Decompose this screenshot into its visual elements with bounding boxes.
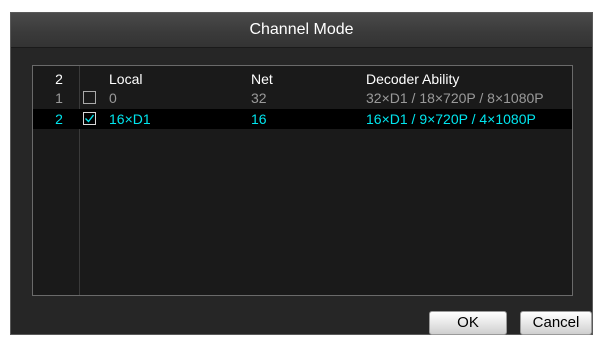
table-row[interactable]: 1 0 32 32×D1 / 18×720P / 8×1080P	[33, 89, 572, 107]
dialog-title: Channel Mode	[11, 13, 592, 48]
row-checkbox[interactable]	[83, 112, 96, 125]
cancel-button[interactable]: Cancel	[520, 311, 592, 335]
table-row[interactable]: 2 16×D1 16 16×D1 / 9×720P / 4×1080P	[33, 109, 572, 129]
row-decoder-ability: 32×D1 / 18×720P / 8×1080P	[366, 90, 544, 106]
header-index: 2	[55, 71, 63, 87]
row-index: 2	[55, 111, 63, 127]
row-checkbox[interactable]	[83, 91, 96, 104]
checkmark-icon	[85, 114, 94, 123]
channel-mode-table: 2 Local Net Decoder Ability 1 0 32 32×D1…	[32, 65, 573, 296]
row-local: 0	[109, 90, 117, 106]
row-net: 16	[251, 111, 267, 127]
table-header: 2 Local Net Decoder Ability	[33, 70, 572, 88]
row-net: 32	[251, 90, 267, 106]
row-index: 1	[55, 90, 63, 106]
header-local: Local	[109, 71, 143, 87]
ok-button[interactable]: OK	[429, 311, 507, 335]
header-net: Net	[251, 71, 273, 87]
header-decoder-ability: Decoder Ability	[366, 71, 460, 87]
row-decoder-ability: 16×D1 / 9×720P / 4×1080P	[366, 111, 536, 127]
row-local: 16×D1	[109, 111, 151, 127]
channel-mode-dialog: Channel Mode 2 Local Net Decoder Ability…	[10, 12, 593, 335]
